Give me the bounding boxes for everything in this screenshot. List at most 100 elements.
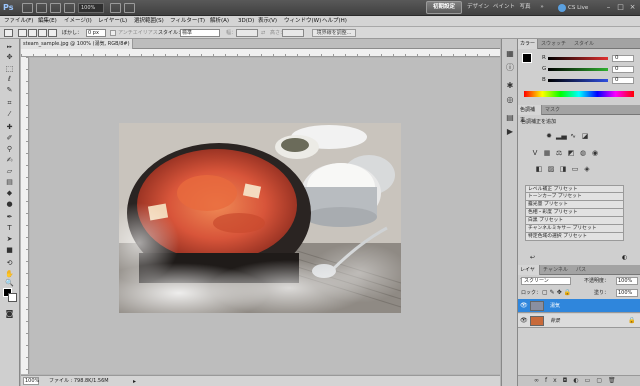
blur-tool-icon[interactable]: ◆ bbox=[3, 189, 16, 198]
menu-filter[interactable]: フィルター(T) bbox=[170, 16, 205, 27]
tab-adjustments[interactable]: 色調補正 bbox=[518, 105, 542, 123]
swap-dimensions-icon[interactable]: ⇄ bbox=[261, 30, 265, 36]
preset-exposure[interactable]: 露光量 プリセット bbox=[525, 201, 624, 209]
return-to-list-icon[interactable]: ↩ bbox=[530, 254, 535, 261]
document-tab[interactable]: steam_sample.jpg @ 100% (湯気, RGB/8#) * × bbox=[21, 39, 133, 57]
type-tool-icon[interactable]: T bbox=[3, 224, 16, 233]
lock-options-icon[interactable]: ▢✎✥🔒 bbox=[542, 289, 573, 297]
clip-to-layer-icon[interactable]: ◐ bbox=[622, 254, 627, 261]
levels-icon[interactable]: ▂▄ bbox=[556, 132, 567, 141]
width-input[interactable] bbox=[236, 29, 258, 37]
menu-layer[interactable]: レイヤー(L) bbox=[98, 16, 127, 27]
posterize-icon[interactable]: ▨ bbox=[546, 165, 556, 174]
move-tool-icon[interactable]: ✥ bbox=[3, 53, 16, 62]
hue-saturation-icon[interactable]: ▦ bbox=[542, 149, 552, 158]
feather-input[interactable]: 0 px bbox=[86, 29, 106, 37]
canvas-area[interactable] bbox=[30, 58, 500, 374]
pen-tool-icon[interactable]: ✒ bbox=[3, 213, 16, 222]
new-layer-icon[interactable]: ▢ bbox=[596, 377, 608, 384]
lasso-tool-icon[interactable]: ℓ bbox=[3, 75, 16, 84]
tab-layers[interactable]: レイヤー bbox=[518, 265, 540, 283]
history-brush-tool-icon[interactable]: ✍ bbox=[3, 156, 16, 165]
fill-input[interactable]: 100% bbox=[616, 289, 638, 297]
menu-image[interactable]: イメージ(I) bbox=[64, 16, 92, 27]
preset-curves[interactable]: トーンカーブ プリセット bbox=[525, 193, 624, 201]
menu-edit[interactable]: 編集(E) bbox=[38, 16, 57, 27]
path-selection-tool-icon[interactable]: ➤ bbox=[3, 235, 16, 244]
workspace-design-button[interactable]: デザイン bbox=[466, 1, 490, 14]
threshold-icon[interactable]: ◨ bbox=[558, 165, 568, 174]
layer-visibility-icon[interactable]: 👁 bbox=[520, 314, 528, 328]
tab-channels[interactable]: チャンネル bbox=[541, 265, 570, 275]
mini-bridge-icon[interactable] bbox=[36, 3, 47, 13]
menu-file[interactable]: ファイル(F) bbox=[4, 16, 33, 27]
delete-layer-icon[interactable]: 🗑 bbox=[608, 377, 622, 384]
vertical-ruler[interactable] bbox=[21, 57, 29, 374]
view-extras-icon[interactable] bbox=[50, 3, 61, 13]
style-select[interactable]: 標準 bbox=[180, 29, 220, 37]
quick-mask-icon[interactable]: ◙ bbox=[3, 309, 16, 318]
actions-panel-icon[interactable]: ▶ bbox=[505, 127, 515, 137]
layer-row-steam[interactable]: 👁 湯気 bbox=[518, 299, 640, 313]
preset-selective-color[interactable]: 特定色域の選択 プリセット bbox=[525, 233, 624, 241]
brush-tool-icon[interactable]: ✐ bbox=[3, 134, 16, 143]
link-layers-icon[interactable]: ∞ bbox=[534, 377, 545, 384]
workspace-paint-button[interactable]: ペイント bbox=[492, 1, 516, 14]
crop-tool-icon[interactable]: ⌗ bbox=[3, 99, 16, 108]
healing-brush-tool-icon[interactable]: ✚ bbox=[3, 123, 16, 132]
selective-color-icon[interactable]: ◈ bbox=[582, 165, 592, 174]
preset-black-white[interactable]: 白黒 プリセット bbox=[525, 217, 624, 225]
color-balance-icon[interactable]: ⚖ bbox=[554, 149, 564, 158]
arrange-documents-icon[interactable] bbox=[110, 3, 121, 13]
layer-style-icon[interactable]: fx bbox=[545, 377, 563, 384]
maximize-button[interactable]: □ bbox=[616, 3, 625, 12]
tab-color[interactable]: カラー bbox=[518, 39, 538, 49]
menu-view[interactable]: 表示(V) bbox=[258, 16, 277, 27]
curves-icon[interactable]: ∿ bbox=[568, 132, 578, 141]
marquee-preset-icon[interactable] bbox=[4, 29, 13, 37]
eraser-tool-icon[interactable]: ▱ bbox=[3, 167, 16, 176]
blend-mode-select[interactable]: スクリーン bbox=[521, 277, 571, 285]
background-color-swatch[interactable] bbox=[8, 293, 17, 302]
add-mask-icon[interactable]: ◘ bbox=[563, 377, 574, 384]
tab-styles[interactable]: スタイル bbox=[572, 39, 596, 49]
antialias-checkbox[interactable] bbox=[110, 30, 116, 36]
history-panel-icon[interactable]: ▤ bbox=[505, 113, 515, 123]
layer-visibility-icon[interactable]: 👁 bbox=[520, 299, 528, 313]
3d-rotate-tool-icon[interactable]: ⟲ bbox=[3, 259, 16, 268]
photo-filter-icon[interactable]: ◍ bbox=[578, 149, 588, 158]
hand-tool-shortcut-icon[interactable] bbox=[64, 3, 75, 13]
status-menu-arrow-icon[interactable]: ▸ bbox=[133, 377, 136, 386]
menu-analysis[interactable]: 解析(A) bbox=[210, 16, 229, 27]
status-file-info[interactable]: ファイル : 798.8K/1.56M bbox=[49, 376, 109, 386]
blue-slider[interactable] bbox=[548, 79, 608, 82]
cs-live-button[interactable]: CS Live bbox=[558, 2, 600, 14]
exposure-icon[interactable]: ◪ bbox=[580, 132, 590, 141]
quick-select-tool-icon[interactable]: ✎ bbox=[3, 86, 16, 95]
intersect-selection-icon[interactable] bbox=[48, 29, 57, 37]
workspace-essentials-button[interactable]: 初期設定 bbox=[426, 1, 462, 14]
green-slider[interactable] bbox=[548, 68, 608, 71]
close-window-button[interactable]: × bbox=[628, 3, 637, 12]
navigator-panel-icon[interactable]: ▦ bbox=[505, 49, 515, 59]
info-panel-icon[interactable]: ⓘ bbox=[505, 63, 515, 73]
preset-channel-mixer[interactable]: チャンネルミキサー プリセット bbox=[525, 225, 624, 233]
layer-row-background[interactable]: 👁 背景 🔒 bbox=[518, 314, 640, 328]
zoom-tool-icon[interactable]: 🔍 bbox=[3, 279, 16, 288]
tools-collapse-icon[interactable]: ▸▸ bbox=[3, 43, 16, 52]
clone-stamp-tool-icon[interactable]: ⚲ bbox=[3, 145, 16, 154]
menu-window[interactable]: ウィンドウ(W) bbox=[284, 16, 321, 27]
status-zoom-field[interactable]: 100% bbox=[23, 377, 39, 385]
gradient-tool-icon[interactable]: ▤ bbox=[3, 178, 16, 187]
menu-3d[interactable]: 3D(D) bbox=[238, 16, 254, 27]
new-adjustment-icon[interactable]: ◐ bbox=[573, 377, 584, 384]
height-input[interactable] bbox=[282, 29, 304, 37]
tab-masks[interactable]: マスク bbox=[543, 105, 562, 115]
document-image[interactable] bbox=[119, 123, 401, 313]
hand-tool-icon[interactable]: ✋ bbox=[3, 270, 16, 279]
refine-edge-button[interactable]: 境界線を調整... bbox=[312, 29, 356, 37]
subtract-selection-icon[interactable] bbox=[38, 29, 47, 37]
dodge-tool-icon[interactable]: ● bbox=[3, 200, 16, 209]
green-value-input[interactable]: 0 bbox=[612, 66, 634, 73]
channel-mixer-icon[interactable]: ◉ bbox=[590, 149, 600, 158]
